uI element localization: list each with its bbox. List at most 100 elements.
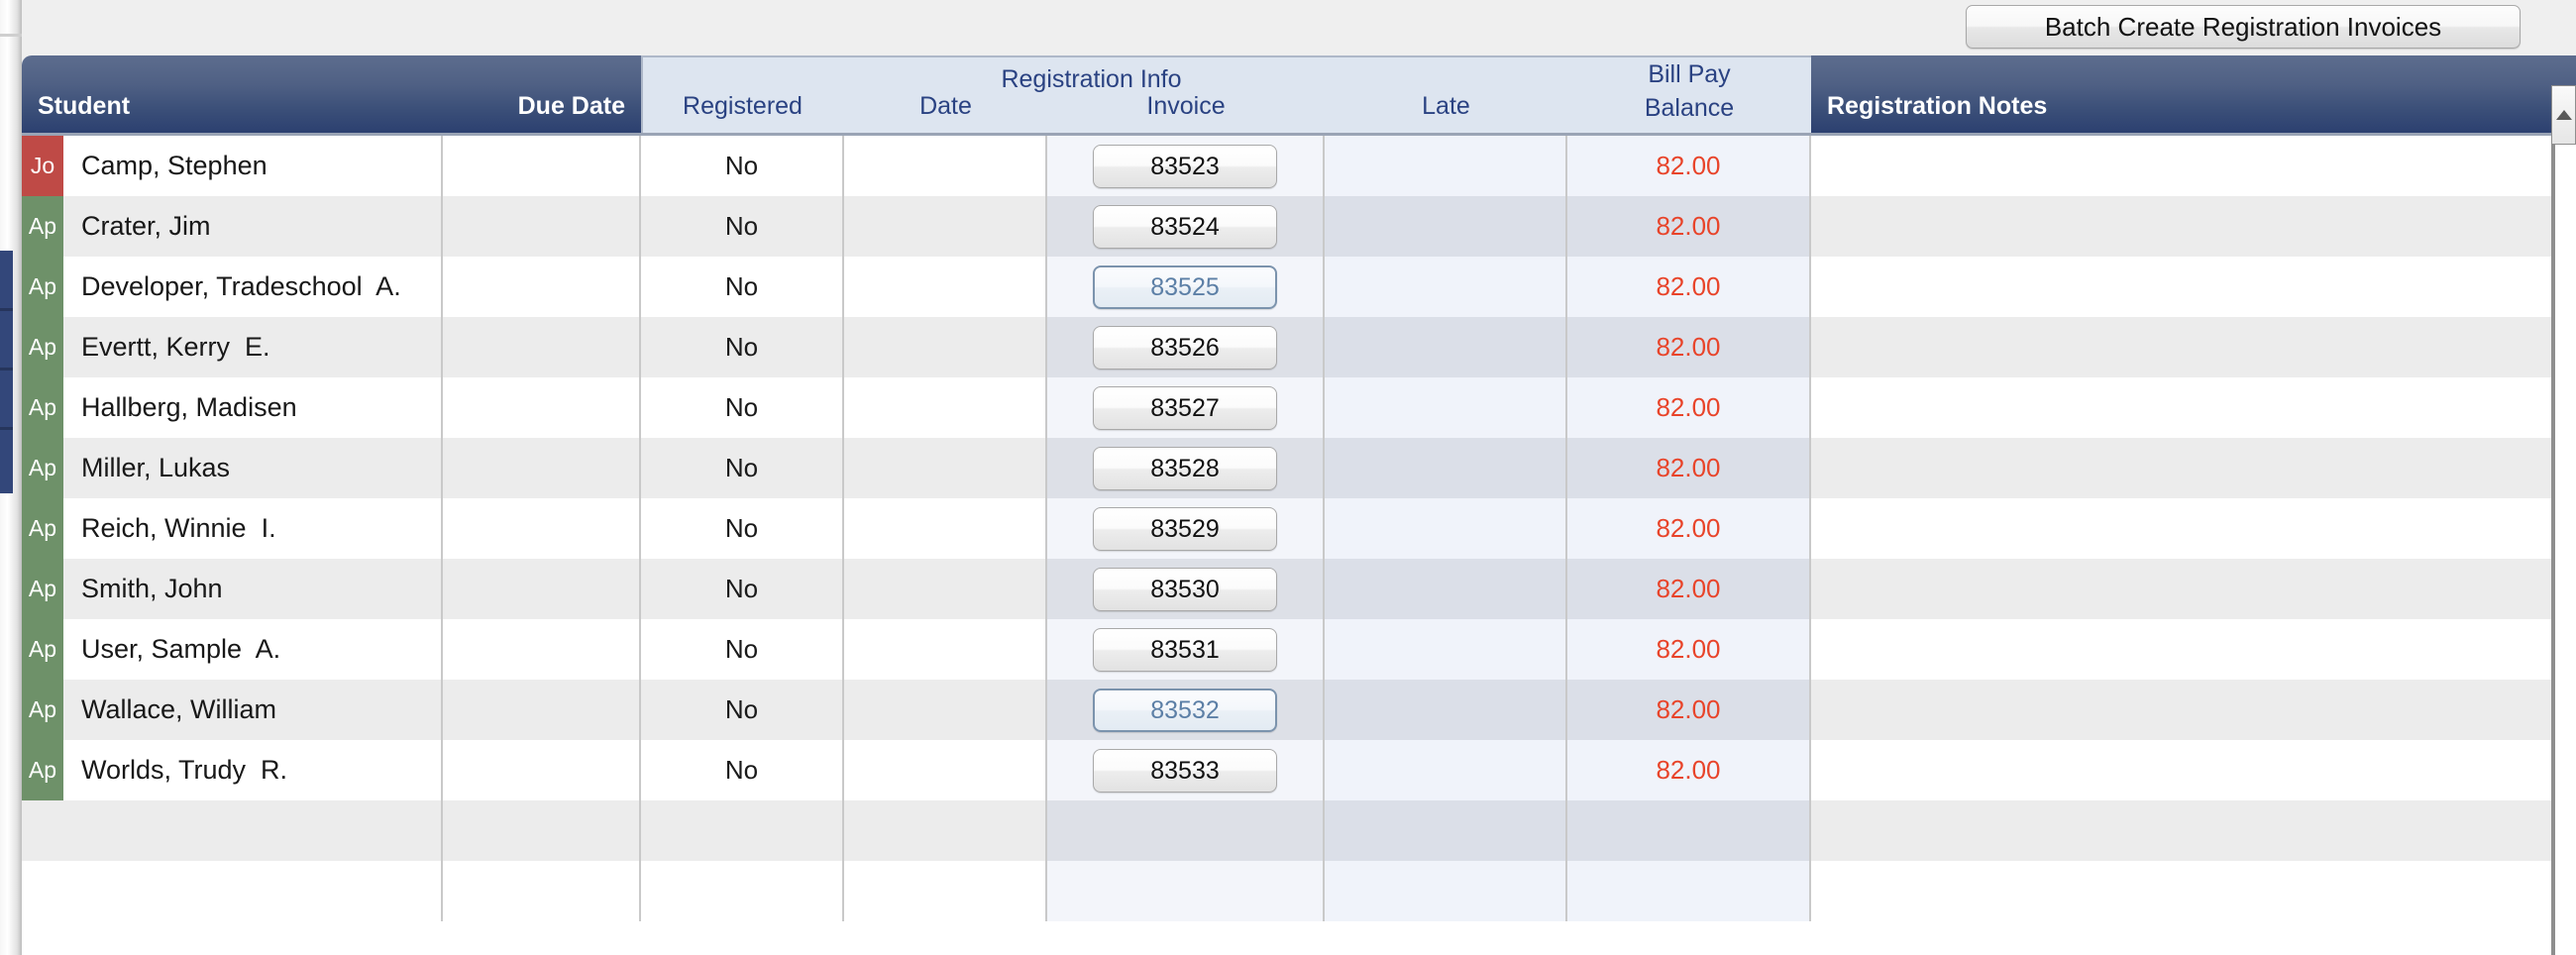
student-status-badge: Ap [22, 377, 63, 438]
student-status-badge: Ap [22, 196, 63, 257]
cell-registration-notes[interactable] [1811, 800, 2576, 861]
invoice-number-button[interactable]: 83533 [1093, 748, 1277, 793]
cell-registration-notes[interactable] [1811, 619, 2576, 680]
cell-registration-notes[interactable] [1811, 740, 2576, 800]
table-row[interactable] [22, 861, 2576, 921]
cell-registration-notes[interactable] [1811, 257, 2576, 317]
column-header-late[interactable]: Late [1325, 55, 1567, 133]
column-header-registered[interactable]: Registered [641, 55, 844, 133]
cell-late [1325, 377, 1567, 438]
cell-registration-date [844, 619, 1047, 680]
column-header-due-date[interactable]: Due Date [443, 55, 641, 133]
cell-registration-notes[interactable] [1811, 136, 2576, 196]
table-body: Jo Camp, Stephen No 83523 82.00 Ap Crater, Jim… [22, 136, 2576, 955]
bill-pay-balance-value: 82.00 [1656, 755, 1721, 785]
batch-create-registration-invoices-button[interactable]: Batch Create Registration Invoices [1966, 5, 2521, 49]
student-name-label: Hallberg, Madisen [81, 392, 297, 422]
header-underline [22, 133, 2576, 136]
cell-due-date [443, 377, 641, 438]
cell-student: Ap User, Sample A. [22, 619, 443, 680]
cell-registration-notes[interactable] [1811, 861, 2576, 921]
cell-late [1325, 438, 1567, 498]
cell-invoice: 83526 [1047, 317, 1325, 377]
student-status-badge: Ap [22, 498, 63, 559]
column-header-date-label: Date [919, 92, 972, 120]
student-status-badge: Ap [22, 619, 63, 680]
cell-student: Ap Hallberg, Madisen [22, 377, 443, 438]
cell-registration-notes[interactable] [1811, 377, 2576, 438]
cell-late [1325, 680, 1567, 740]
cell-registration-notes[interactable] [1811, 196, 2576, 257]
invoice-number-button[interactable]: 83525 [1093, 265, 1277, 309]
column-header-registration-notes[interactable]: Registration Notes [1811, 55, 2576, 133]
invoice-number-button[interactable]: 83524 [1093, 204, 1277, 249]
cell-registered: No [641, 196, 844, 257]
student-status-badge: Ap [22, 438, 63, 498]
cell-invoice: 83523 [1047, 136, 1325, 196]
table-row[interactable]: Ap User, Sample A. No 83531 82.00 [22, 619, 2576, 680]
invoice-number-button[interactable]: 83532 [1093, 688, 1277, 732]
column-header-due-date-label: Due Date [517, 92, 625, 120]
student-status-badge: Ap [22, 559, 63, 619]
scroll-up-button[interactable] [2551, 85, 2576, 145]
table-row[interactable]: Ap Crater, Jim No 83524 82.00 [22, 196, 2576, 257]
cell-registration-notes[interactable] [1811, 680, 2576, 740]
column-header-registration-notes-label: Registration Notes [1827, 92, 2048, 120]
invoice-number-button[interactable]: 83530 [1093, 567, 1277, 611]
table-row[interactable] [22, 800, 2576, 861]
column-header-date[interactable]: Date [844, 55, 1047, 133]
cell-bill-pay-balance: 82.00 [1567, 136, 1811, 196]
cell-invoice: 83528 [1047, 438, 1325, 498]
student-status-badge: Jo [22, 136, 63, 196]
table-row[interactable]: Ap Reich, Winnie I. No 83529 82.00 [22, 498, 2576, 559]
cell-due-date [443, 438, 641, 498]
table-row[interactable]: Jo Camp, Stephen No 83523 82.00 [22, 136, 2576, 196]
table-row[interactable]: Ap Developer, Tradeschool A. No 83525 82.00 [22, 257, 2576, 317]
cell-due-date [443, 136, 641, 196]
cell-registration-notes[interactable] [1811, 559, 2576, 619]
cell-registered: No [641, 136, 844, 196]
cell-late [1325, 196, 1567, 257]
column-header-late-label: Late [1422, 92, 1470, 120]
cell-registered: No [641, 619, 844, 680]
column-header-student[interactable]: Student [22, 55, 443, 133]
left-edge-accent-bar [0, 251, 13, 493]
cell-registration-date [844, 861, 1047, 921]
invoice-number-button[interactable]: 83527 [1093, 385, 1277, 430]
invoice-number-button[interactable]: 83529 [1093, 506, 1277, 551]
cell-registration-date [844, 498, 1047, 559]
cell-registered: No [641, 377, 844, 438]
student-name-label: User, Sample A. [81, 634, 281, 664]
vertical-scrollbar[interactable] [2551, 85, 2576, 955]
top-toolbar: Batch Create Registration Invoices [22, 0, 2576, 55]
cell-registration-notes[interactable] [1811, 438, 2576, 498]
invoice-number-button[interactable]: 83526 [1093, 325, 1277, 370]
bill-pay-line-2: Balance [1644, 94, 1735, 122]
table-row[interactable]: Ap Wallace, William No 83532 82.00 [22, 680, 2576, 740]
cell-bill-pay-balance: 82.00 [1567, 619, 1811, 680]
cell-invoice: 83530 [1047, 559, 1325, 619]
column-header-bill-pay-balance[interactable]: Bill Pay Balance [1567, 55, 1811, 133]
column-header-invoice-label: Invoice [1146, 92, 1226, 120]
cell-registration-date [844, 438, 1047, 498]
cell-registration-notes[interactable] [1811, 317, 2576, 377]
cell-due-date [443, 861, 641, 921]
cell-bill-pay-balance: 82.00 [1567, 498, 1811, 559]
cell-registration-notes[interactable] [1811, 498, 2576, 559]
bill-pay-balance-value: 82.00 [1656, 574, 1721, 603]
invoice-number-button[interactable]: 83523 [1093, 144, 1277, 188]
table-row[interactable]: Ap Evertt, Kerry E. No 83526 82.00 [22, 317, 2576, 377]
cell-registered [641, 861, 844, 921]
invoice-number-button[interactable]: 83531 [1093, 627, 1277, 672]
cell-student: Ap Crater, Jim [22, 196, 443, 257]
bill-pay-balance-value: 82.00 [1656, 694, 1721, 724]
table-row[interactable]: Ap Smith, John No 83530 82.00 [22, 559, 2576, 619]
table-row[interactable]: Ap Worlds, Trudy R. No 83533 82.00 [22, 740, 2576, 800]
column-header-invoice[interactable]: Invoice [1047, 55, 1325, 133]
invoice-number-button[interactable]: 83528 [1093, 446, 1277, 490]
student-status-badge: Ap [22, 680, 63, 740]
cell-late [1325, 740, 1567, 800]
column-header-registered-label: Registered [683, 92, 803, 120]
table-row[interactable]: Ap Miller, Lukas No 83528 82.00 [22, 438, 2576, 498]
table-row[interactable]: Ap Hallberg, Madisen No 83527 82.00 [22, 377, 2576, 438]
